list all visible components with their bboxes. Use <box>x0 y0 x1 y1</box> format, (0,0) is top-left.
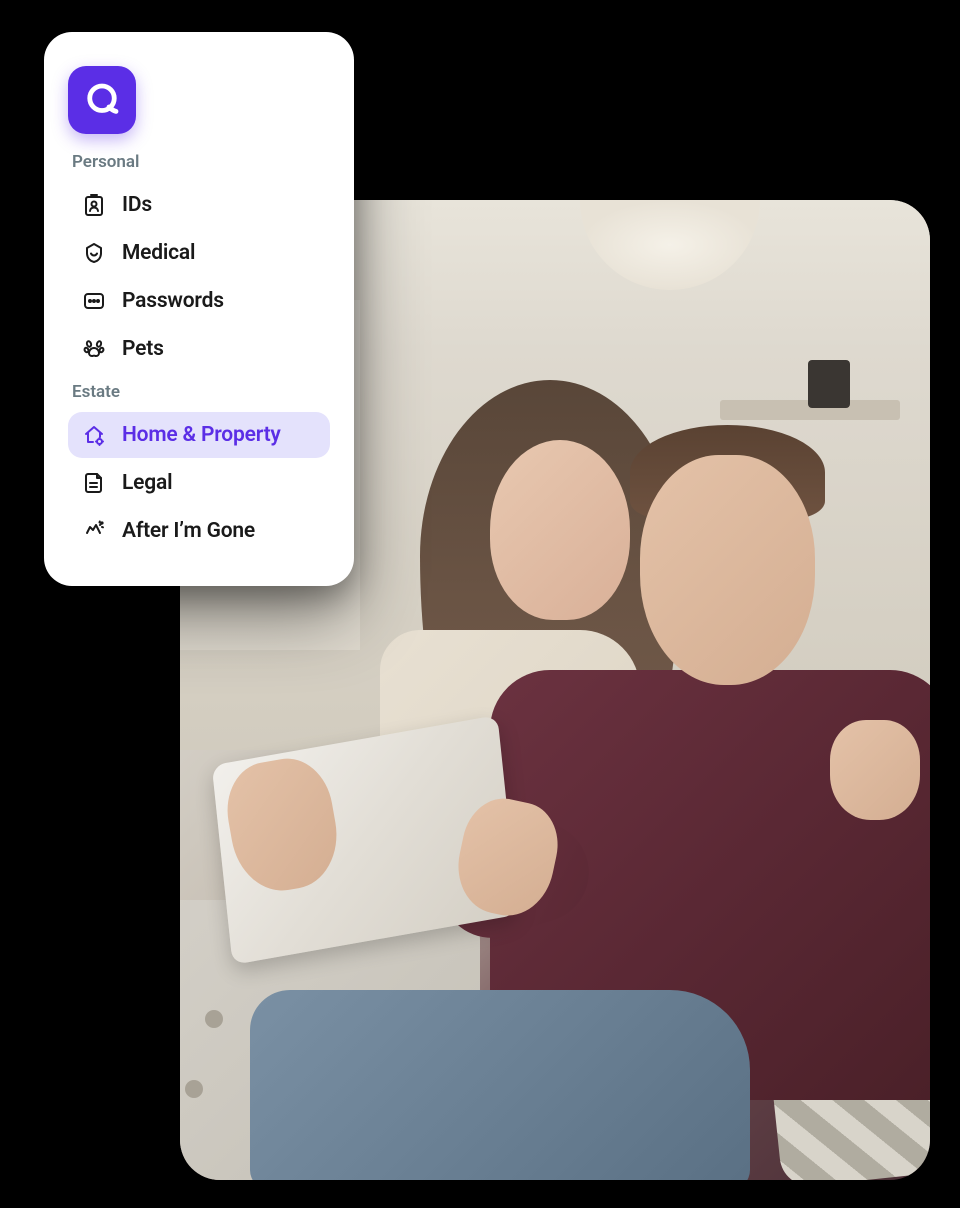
sidebar-item-passwords[interactable]: Passwords <box>68 278 330 324</box>
pets-icon <box>82 337 106 361</box>
id-icon <box>82 193 106 217</box>
after-gone-icon <box>82 519 106 543</box>
sidebar-item-after-gone[interactable]: After I’m Gone <box>68 508 330 554</box>
medical-icon <box>82 241 106 265</box>
section-label-estate: Estate <box>68 382 330 402</box>
sidebar-item-legal[interactable]: Legal <box>68 460 330 506</box>
sidebar-item-label: After I’m Gone <box>122 519 255 543</box>
home-icon <box>82 423 106 447</box>
passwords-icon <box>82 289 106 313</box>
logo-icon <box>81 79 123 121</box>
sidebar-item-medical[interactable]: Medical <box>68 230 330 276</box>
sidebar-item-label: Legal <box>122 471 172 495</box>
sidebar-item-ids[interactable]: IDs <box>68 182 330 228</box>
sidebar-item-label: Passwords <box>122 289 224 313</box>
sidebar-item-home-property[interactable]: Home & Property <box>68 412 330 458</box>
sidebar-item-label: Home & Property <box>122 423 281 447</box>
sidebar-item-label: IDs <box>122 193 152 217</box>
sidebar-item-label: Pets <box>122 337 164 361</box>
sidebar-item-label: Medical <box>122 241 195 265</box>
legal-icon <box>82 471 106 495</box>
section-label-personal: Personal <box>68 152 330 172</box>
sidebar-item-pets[interactable]: Pets <box>68 326 330 372</box>
sidebar: Personal IDs Medical <box>44 32 354 586</box>
app-logo[interactable] <box>68 66 136 134</box>
